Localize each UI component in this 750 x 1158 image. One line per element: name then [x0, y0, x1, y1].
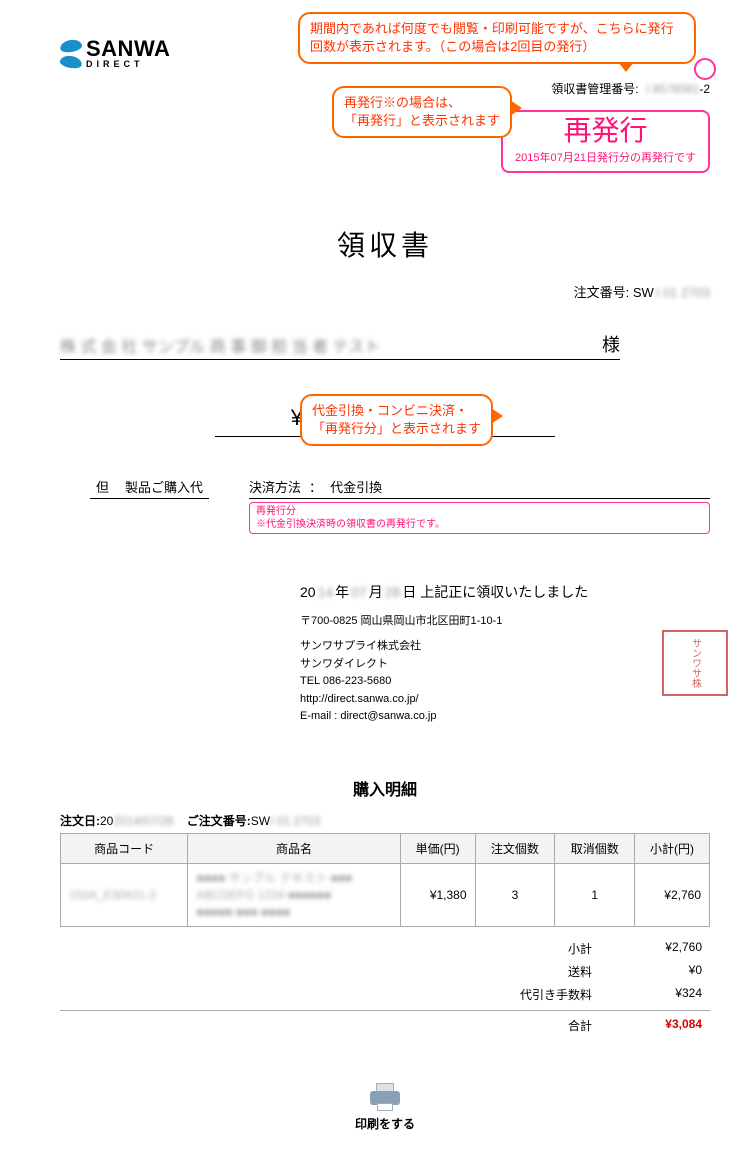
details-meta: 注文日:202014/07/28 ご注文番号:SWI 01 2703 [60, 812, 710, 829]
printer-icon[interactable] [368, 1083, 402, 1111]
purpose-label: 但 [96, 477, 109, 496]
mgmt-number-suffix: -2 [699, 82, 710, 96]
logo-mark-icon [60, 40, 82, 68]
table-row: 150A_E30431-3 ■■■■ サンプル テキスト ■■■ ABCDEFG… [61, 863, 710, 926]
highlight-circle-icon [694, 58, 716, 80]
payment-sep: ： [309, 477, 322, 496]
totals-block: 小計¥2,760 送料¥0 代引き手数料¥324 合計¥3,084 [60, 937, 710, 1037]
reissue-note-title: 再発行分 [256, 505, 703, 518]
company-email: E-mail : direct@sanwa.co.jp [300, 708, 710, 726]
cod-fee-value: ¥324 [632, 986, 702, 1003]
company-name-2: サンワダイレクト [300, 656, 710, 674]
col-qty: 注文個数 [475, 833, 555, 863]
order-label: 注文番号: [574, 285, 630, 300]
callout-text: 代金引換・コンビニ決済・ [312, 402, 481, 420]
col-code: 商品コード [61, 833, 188, 863]
callout-text: 期間内であれば何度でも閲覧・印刷可能ですが、こちらに発行回数が表示されます。（こ… [310, 21, 674, 54]
order-prefix: SW [633, 285, 654, 300]
logo-name: SANWA [86, 38, 170, 60]
reissue-title: 再発行 [515, 116, 696, 147]
cell-price: ¥1,380 [400, 863, 475, 926]
callout-text: 「再発行分」と表示されます [312, 420, 481, 438]
col-price: 単価(円) [400, 833, 475, 863]
company-url: http://direct.sanwa.co.jp/ [300, 691, 710, 709]
details-heading: 購入明細 [60, 776, 710, 800]
payment-value: 代金引換 [330, 477, 382, 496]
payment-method-row: 決済方法 ： 代金引換 [249, 477, 710, 499]
order-blurred: I 01 2703 [656, 285, 710, 300]
subtotal-label: 小計 [492, 940, 592, 957]
cell-subtotal: ¥2,760 [635, 863, 710, 926]
customer-honorific: 様 [602, 331, 620, 357]
cod-fee-label: 代引き手数料 [492, 986, 592, 1003]
reissue-note-text: ※代金引換決済時の領収書の再発行です。 [256, 518, 703, 531]
document-title: 領収書 [60, 224, 710, 264]
col-cancel: 取消個数 [555, 833, 635, 863]
logo-subtitle: DIRECT [86, 60, 170, 69]
cell-cancel: 1 [555, 863, 635, 926]
cell-name-blurred: ■■■■ サンプル テキスト ■■■ ABCDEFG 1234 ■■■■■■ ■… [196, 870, 391, 920]
grand-total-value: ¥3,084 [632, 1017, 702, 1034]
company-address: 〒700-0825 岡山県岡山市北区田町1-10-1 [300, 612, 710, 628]
mgmt-label: 領収書管理番号: [551, 82, 638, 96]
col-subtotal: 小計(円) [635, 833, 710, 863]
purpose-row: 但 製品ご購入代 [90, 477, 209, 499]
callout-reissue-note: 代金引換・コンビニ決済・ 「再発行分」と表示されます [300, 394, 493, 446]
received-date: 2014年07月28日 上記正に領収いたしました [300, 582, 710, 602]
print-button[interactable]: 印刷をする [60, 1115, 710, 1132]
subtotal-value: ¥2,760 [632, 940, 702, 957]
receipt-mgmt-number: 領収書管理番号: I 8576081-2 [551, 80, 710, 97]
company-tel: TEL 086-223-5680 [300, 673, 710, 691]
customer-name-blurred: 株 式 会 社 サンプル 商 事 御 担 当 者 テスト [60, 333, 592, 357]
reissue-note-box: 再発行分 ※代金引換決済時の領収書の再発行です。 [249, 502, 710, 534]
callout-reissue-label: 再発行※の場合は、 「再発行」と表示されます [332, 86, 512, 138]
customer-name-row: 株 式 会 社 サンプル 商 事 御 担 当 者 テスト 様 [60, 331, 620, 360]
order-number: 注文番号: SWI 01 2703 [60, 282, 710, 301]
col-name: 商品名 [188, 833, 400, 863]
callout-issue-count: 期間内であれば何度でも閲覧・印刷可能ですが、こちらに発行回数が表示されます。（こ… [298, 12, 696, 64]
company-info: サンワサプライ株式会社 サンワダイレクト TEL 086-223-5680 ht… [300, 638, 710, 726]
mgmt-number-blurred: I 8576081 [646, 82, 699, 96]
reissue-subtitle: 2015年07月21日発行分の再発行です [515, 149, 696, 165]
cell-qty: 3 [475, 863, 555, 926]
reissue-badge: 再発行 2015年07月21日発行分の再発行です [501, 110, 710, 173]
callout-text: 「再発行」と表示されます [344, 112, 500, 130]
callout-text: 再発行※の場合は、 [344, 94, 500, 112]
grand-total-label: 合計 [492, 1017, 592, 1034]
company-seal-icon: サンワサ株 [662, 630, 728, 696]
company-name-1: サンワサプライ株式会社 [300, 638, 710, 656]
purpose-value: 製品ご購入代 [125, 477, 203, 496]
cell-code-blurred: 150A_E30431-3 [69, 887, 179, 904]
payment-label: 決済方法 [249, 477, 301, 496]
details-table: 商品コード 商品名 単価(円) 注文個数 取消個数 小計(円) 150A_E30… [60, 833, 710, 927]
